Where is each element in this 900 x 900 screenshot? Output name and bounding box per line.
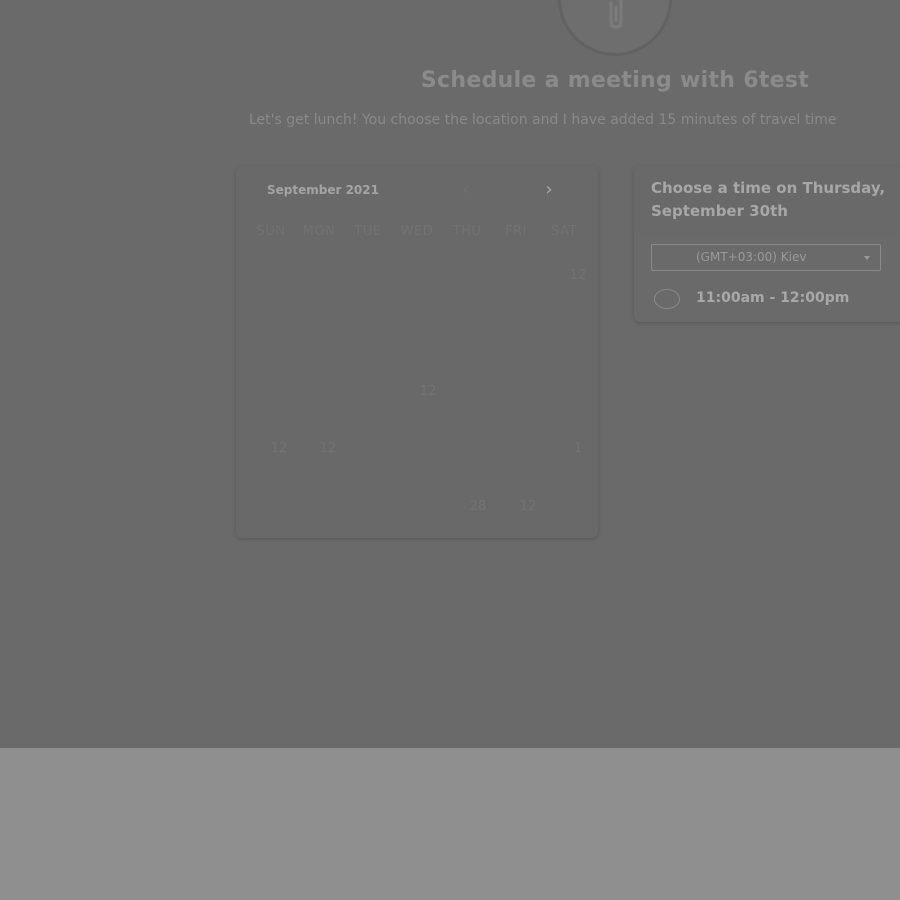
time-heading-line2: September 30th — [651, 202, 788, 220]
timezone-select[interactable]: (GMT+03:00) Kiev — [651, 244, 881, 271]
timezone-label: (GMT+03:00) Kiev — [696, 250, 807, 264]
weekday-tue: TUE — [354, 224, 382, 239]
paperclip-icon — [609, 0, 623, 29]
caret-down-icon — [864, 256, 870, 260]
next-month-icon[interactable]: › — [539, 180, 559, 200]
time-slot-label[interactable]: 11:00am - 12:00pm — [696, 290, 849, 306]
weekday-sun: SUN — [256, 224, 286, 239]
weekday-mon: MON — [302, 224, 336, 239]
weekday-fri: FRI — [505, 224, 527, 239]
calendar-day[interactable]: 12 — [510, 499, 546, 514]
weekday-thu: THU — [452, 224, 482, 239]
month-label: September 2021 — [267, 183, 379, 197]
page-title: Schedule a meeting with 6test — [420, 68, 810, 93]
time-heading-line1: Choose a time on Thursday, — [651, 179, 886, 197]
avatar — [558, 0, 672, 56]
scheduling-page: Schedule a meeting with 6test Let's get … — [0, 0, 900, 748]
time-panel: Choose a time on Thursday, September 30t… — [634, 166, 900, 322]
bottom-area — [0, 748, 900, 900]
calendar-day[interactable]: 28 — [460, 499, 496, 514]
calendar-day[interactable]: 12 — [261, 441, 297, 456]
calendar-day[interactable]: 12 — [310, 441, 346, 456]
calendar-day[interactable]: 12 — [410, 384, 446, 399]
weekday-sat: SAT — [551, 224, 577, 239]
prev-month-icon[interactable]: ‹ — [456, 180, 476, 200]
page-subtitle: Let's get lunch! You choose the location… — [249, 112, 837, 128]
calendar-panel: September 2021 ‹ › SUN MON TUE WED THU F… — [236, 166, 598, 538]
calendar-day[interactable]: 1 — [560, 441, 596, 456]
calendar-day[interactable]: 12 — [560, 268, 596, 283]
time-heading: Choose a time on Thursday, September 30t… — [651, 177, 900, 223]
time-slot-radio[interactable] — [654, 289, 680, 309]
weekday-wed: WED — [400, 224, 434, 239]
